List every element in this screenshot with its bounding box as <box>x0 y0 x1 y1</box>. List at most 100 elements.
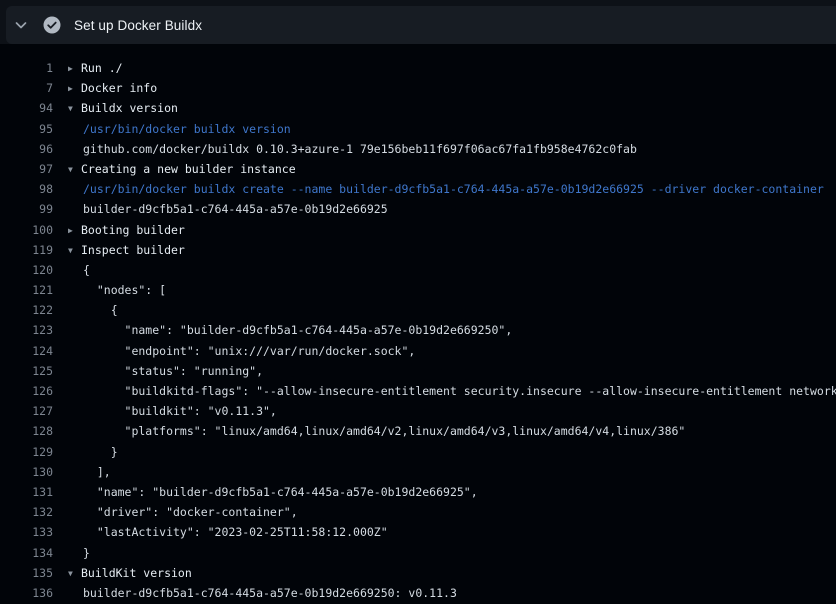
triangle-down-icon[interactable]: ▼ <box>68 564 81 584</box>
log-group-row[interactable]: 135▼BuildKit version <box>0 563 836 583</box>
log-text: ], <box>83 465 111 479</box>
log-line: 128 "platforms": "linux/amd64,linux/amd6… <box>0 421 836 441</box>
log-line-body: ▼BuildKit version <box>53 563 192 583</box>
line-number[interactable]: 131 <box>0 482 53 502</box>
line-number[interactable]: 94 <box>0 98 53 118</box>
log-line-body: ▼Inspect builder <box>53 240 185 260</box>
line-number[interactable]: 120 <box>0 260 53 280</box>
log-line-body: "lastActivity": "2023-02-25T11:58:12.000… <box>53 522 388 542</box>
line-number[interactable]: 126 <box>0 381 53 401</box>
log-text: { <box>83 303 118 317</box>
step-header[interactable]: Set up Docker Buildx <box>6 6 836 44</box>
log-line-body: "nodes": [ <box>53 280 166 300</box>
log-text: Booting builder <box>81 223 185 237</box>
log-line: 98/usr/bin/docker buildx create --name b… <box>0 179 836 199</box>
line-number[interactable]: 135 <box>0 563 53 583</box>
log-line-body: builder-d9cfb5a1-c764-445a-a57e-0b19d2e6… <box>53 583 457 603</box>
log-group-row[interactable]: 1▶Run ./ <box>0 58 836 78</box>
log-text: github.com/docker/buildx 0.10.3+azure-1 … <box>83 142 637 156</box>
log-line-body: "platforms": "linux/amd64,linux/amd64/v2… <box>53 421 685 441</box>
log-line: 127 "buildkit": "v0.11.3", <box>0 401 836 421</box>
log-text: Docker info <box>81 81 157 95</box>
log-line-body: "buildkitd-flags": "--allow-insecure-ent… <box>53 381 836 401</box>
log-text: "driver": "docker-container", <box>83 505 298 519</box>
log-text: "name": "builder-d9cfb5a1-c764-445a-a57e… <box>83 323 512 337</box>
log-text: BuildKit version <box>81 566 192 580</box>
log-line: 136builder-d9cfb5a1-c764-445a-a57e-0b19d… <box>0 583 836 603</box>
log-line: 124 "endpoint": "unix:///var/run/docker.… <box>0 341 836 361</box>
line-number[interactable]: 98 <box>0 179 53 199</box>
triangle-right-icon[interactable]: ▶ <box>68 59 81 79</box>
line-number[interactable]: 136 <box>0 583 53 603</box>
log-text: "buildkit": "v0.11.3", <box>83 404 277 418</box>
log-text: "name": "builder-d9cfb5a1-c764-445a-a57e… <box>83 485 478 499</box>
log-text: { <box>83 263 90 277</box>
triangle-down-icon[interactable]: ▼ <box>68 160 81 180</box>
actions-log-viewer: Set up Docker Buildx 1▶Run ./7▶Docker in… <box>0 0 836 604</box>
log-line-body: ▶Booting builder <box>53 220 185 240</box>
triangle-down-icon[interactable]: ▼ <box>68 99 81 119</box>
log-text: Buildx version <box>81 101 178 115</box>
line-number[interactable]: 133 <box>0 522 53 542</box>
line-number[interactable]: 7 <box>0 78 53 98</box>
log-group-row[interactable]: 119▼Inspect builder <box>0 240 836 260</box>
log-group-row[interactable]: 94 ▼Buildx version <box>0 98 836 118</box>
line-number[interactable]: 124 <box>0 341 53 361</box>
triangle-right-icon[interactable]: ▶ <box>68 221 81 241</box>
line-number[interactable]: 119 <box>0 240 53 260</box>
log-line: 122 { <box>0 300 836 320</box>
log-line: 95/usr/bin/docker buildx version <box>0 119 836 139</box>
log-line-body: ▶Docker info <box>53 78 157 98</box>
log-line: 120 { <box>0 260 836 280</box>
log-line-body: github.com/docker/buildx 0.10.3+azure-1 … <box>53 139 637 159</box>
line-number[interactable]: 128 <box>0 421 53 441</box>
log-text: builder-d9cfb5a1-c764-445a-a57e-0b19d2e6… <box>83 202 388 216</box>
log-text: "lastActivity": "2023-02-25T11:58:12.000… <box>83 525 388 539</box>
log-line-body: "name": "builder-d9cfb5a1-c764-445a-a57e… <box>53 320 512 340</box>
log-line: 96 github.com/docker/buildx 0.10.3+azure-… <box>0 139 836 159</box>
log-line-body: builder-d9cfb5a1-c764-445a-a57e-0b19d2e6… <box>53 199 388 219</box>
line-number[interactable]: 132 <box>0 502 53 522</box>
log-line: 129 } <box>0 442 836 462</box>
log-line: 126 "buildkitd-flags": "--allow-insecure… <box>0 381 836 401</box>
log-line-body: "status": "running", <box>53 361 263 381</box>
line-number[interactable]: 129 <box>0 442 53 462</box>
line-number[interactable]: 122 <box>0 300 53 320</box>
log-line-body: ▶Run ./ <box>53 58 123 78</box>
line-number[interactable]: 99 <box>0 199 53 219</box>
log-line-body: } <box>53 442 118 462</box>
log-line: 132 "driver": "docker-container", <box>0 502 836 522</box>
chevron-down-icon[interactable] <box>6 6 36 44</box>
line-number[interactable]: 96 <box>0 139 53 159</box>
step-header-band: Set up Docker Buildx <box>0 0 836 44</box>
line-number[interactable]: 1 <box>0 58 53 78</box>
line-number[interactable]: 127 <box>0 401 53 421</box>
line-number[interactable]: 125 <box>0 361 53 381</box>
line-number[interactable]: 95 <box>0 119 53 139</box>
log-line-body: /usr/bin/docker buildx create --name bui… <box>53 179 824 199</box>
line-number[interactable]: 130 <box>0 462 53 482</box>
log-text: } <box>83 445 118 459</box>
log-text: Inspect builder <box>81 243 185 257</box>
log-line-body: "buildkit": "v0.11.3", <box>53 401 277 421</box>
line-number[interactable]: 134 <box>0 543 53 563</box>
log-group-row[interactable]: 100▶Booting builder <box>0 220 836 240</box>
log-text: Creating a new builder instance <box>81 162 296 176</box>
log-line-body: ▼Creating a new builder instance <box>53 159 296 179</box>
log-line: 99 builder-d9cfb5a1-c764-445a-a57e-0b19d2… <box>0 199 836 219</box>
log-group-row[interactable]: 7▶Docker info <box>0 78 836 98</box>
log-text: /usr/bin/docker buildx version <box>83 122 291 136</box>
line-number[interactable]: 100 <box>0 220 53 240</box>
triangle-down-icon[interactable]: ▼ <box>68 241 81 261</box>
check-circle-icon <box>43 16 61 34</box>
log-text: } <box>83 546 90 560</box>
step-title: Set up Docker Buildx <box>74 18 202 33</box>
line-number[interactable]: 121 <box>0 280 53 300</box>
log-text: "platforms": "linux/amd64,linux/amd64/v2… <box>83 424 685 438</box>
line-number[interactable]: 97 <box>0 159 53 179</box>
triangle-right-icon[interactable]: ▶ <box>68 79 81 99</box>
log-line: 131 "name": "builder-d9cfb5a1-c764-445a-… <box>0 482 836 502</box>
log-line-body: { <box>53 260 90 280</box>
line-number[interactable]: 123 <box>0 320 53 340</box>
log-group-row[interactable]: 97▼Creating a new builder instance <box>0 159 836 179</box>
